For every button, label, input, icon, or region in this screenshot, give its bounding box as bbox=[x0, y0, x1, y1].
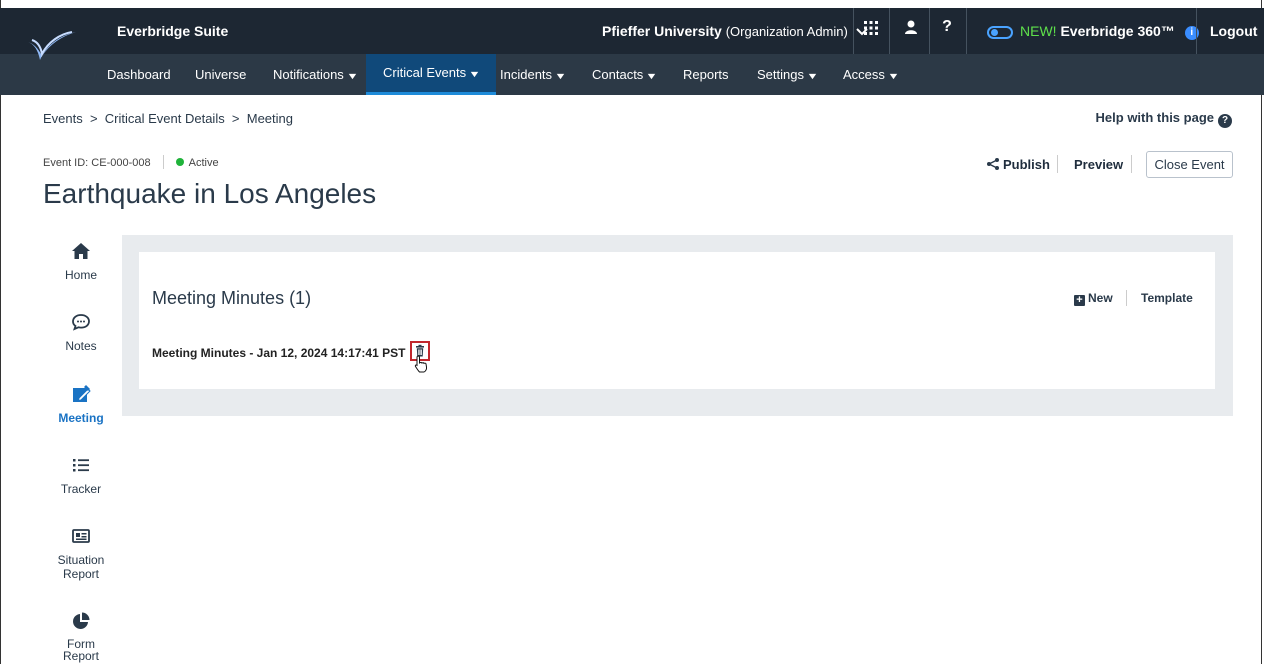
nav-label: Settings bbox=[757, 67, 804, 82]
report-icon bbox=[72, 529, 90, 543]
page-title: Earthquake in Los Angeles bbox=[43, 178, 377, 209]
chevron-down-icon: ▼ bbox=[346, 71, 359, 81]
hand-cursor-icon bbox=[414, 355, 428, 373]
question-circle-icon: ? bbox=[1218, 114, 1232, 128]
everbridge-360-link[interactable]: NEW! Everbridge 360™ i bbox=[1020, 23, 1199, 40]
product-label: Everbridge 360™ bbox=[1060, 23, 1175, 39]
comment-icon bbox=[72, 314, 90, 331]
chevron-down-icon: ▼ bbox=[468, 69, 481, 79]
sidebar-label: Home bbox=[64, 268, 97, 282]
org-role: (Organization Admin) bbox=[725, 24, 848, 39]
header-divider bbox=[889, 8, 890, 54]
meeting-edit-icon bbox=[73, 385, 91, 402]
nav-notifications[interactable]: Notifications ▼ bbox=[273, 54, 359, 95]
apps-grid-icon[interactable] bbox=[857, 18, 885, 40]
sidebar-item-notes[interactable]: Notes bbox=[43, 311, 119, 353]
nav-label: Incidents bbox=[500, 67, 553, 82]
header-divider bbox=[1196, 8, 1197, 54]
close-event-button[interactable]: Close Event bbox=[1146, 151, 1233, 178]
help-label: Help with this page bbox=[1095, 110, 1214, 125]
nav-contacts[interactable]: Contacts ▼ bbox=[592, 54, 659, 95]
sidebar-label: Form Report bbox=[62, 637, 100, 663]
preview-button[interactable]: Preview bbox=[1074, 157, 1123, 172]
nav-label: Critical Events bbox=[383, 65, 467, 80]
event-meta: Event ID: CE-000-008 Active bbox=[43, 155, 219, 169]
sidebar-label: Situation Report bbox=[57, 553, 105, 581]
action-divider bbox=[1057, 155, 1058, 173]
nav-access[interactable]: Access ▼ bbox=[843, 54, 900, 95]
chevron-down-icon: ▼ bbox=[806, 71, 819, 81]
sidebar-item-home[interactable]: Home bbox=[43, 240, 119, 282]
home-icon bbox=[72, 243, 90, 259]
publish-button[interactable]: Publish bbox=[987, 157, 1050, 172]
pie-chart-icon bbox=[73, 612, 90, 629]
sidebar-label: Tracker bbox=[60, 482, 102, 496]
new-minutes-button[interactable]: + New bbox=[1074, 291, 1113, 306]
new-badge: NEW! bbox=[1020, 23, 1057, 39]
header-divider bbox=[929, 8, 930, 54]
meeting-minutes-card bbox=[139, 252, 1215, 389]
nav-label: Notifications bbox=[273, 67, 344, 82]
status-dot-icon bbox=[175, 158, 184, 166]
org-name: Pfieffer University bbox=[602, 23, 722, 39]
event-status: Active bbox=[188, 157, 219, 169]
new-label: New bbox=[1088, 291, 1113, 305]
everbridge-logo[interactable] bbox=[22, 20, 80, 74]
share-icon bbox=[987, 158, 999, 170]
meeting-minutes-item[interactable]: Meeting Minutes - Jan 12, 2024 14:17:41 … bbox=[152, 346, 405, 360]
organization-selector[interactable]: Pfieffer University (Organization Admin) bbox=[602, 23, 868, 39]
nav-label: Contacts bbox=[592, 67, 644, 82]
sidebar-item-meeting[interactable]: Meeting bbox=[43, 383, 119, 425]
sidebar-label: Notes bbox=[65, 339, 97, 353]
header-divider bbox=[966, 8, 967, 54]
sidebar-item-tracker[interactable]: Tracker bbox=[43, 454, 119, 496]
header-divider bbox=[853, 8, 854, 54]
chevron-down-icon: ▼ bbox=[645, 71, 659, 81]
breadcrumb[interactable]: Events > Critical Event Details > Meetin… bbox=[43, 111, 293, 126]
event-id: Event ID: CE-000-008 bbox=[43, 157, 151, 169]
nav-dashboard[interactable]: Dashboard bbox=[107, 54, 171, 95]
sidebar-item-situation-report[interactable]: Situation Report bbox=[43, 525, 119, 581]
publish-label: Publish bbox=[1003, 157, 1050, 172]
card-action-divider bbox=[1126, 290, 1127, 306]
sidebar-label: Meeting bbox=[58, 411, 104, 425]
user-icon[interactable] bbox=[897, 18, 925, 39]
sidebar-item-form-report[interactable]: Form Report bbox=[43, 610, 119, 663]
brand-title[interactable]: Everbridge Suite bbox=[117, 23, 228, 39]
list-icon bbox=[73, 459, 89, 472]
action-divider bbox=[1131, 155, 1132, 173]
nav-incidents[interactable]: Incidents ▼ bbox=[500, 54, 567, 95]
nav-settings[interactable]: Settings ▼ bbox=[757, 54, 819, 95]
plus-square-icon: + bbox=[1074, 295, 1085, 306]
help-question-icon[interactable]: ? bbox=[933, 18, 961, 36]
meeting-minutes-title: Meeting Minutes (1) bbox=[152, 288, 312, 308]
nav-reports[interactable]: Reports bbox=[683, 54, 729, 95]
logout-button[interactable]: Logout bbox=[1210, 23, 1257, 39]
template-button[interactable]: Template bbox=[1141, 291, 1193, 305]
everbridge-360-toggle[interactable] bbox=[987, 26, 1013, 39]
chevron-down-icon: ▼ bbox=[887, 71, 900, 81]
help-link[interactable]: Help with this page? bbox=[1096, 110, 1232, 128]
chevron-down-icon: ▼ bbox=[554, 71, 567, 81]
nav-label: Access bbox=[843, 67, 885, 82]
nav-universe[interactable]: Universe bbox=[195, 54, 246, 95]
nav-critical-events[interactable]: Critical Events ▼ bbox=[366, 54, 496, 95]
